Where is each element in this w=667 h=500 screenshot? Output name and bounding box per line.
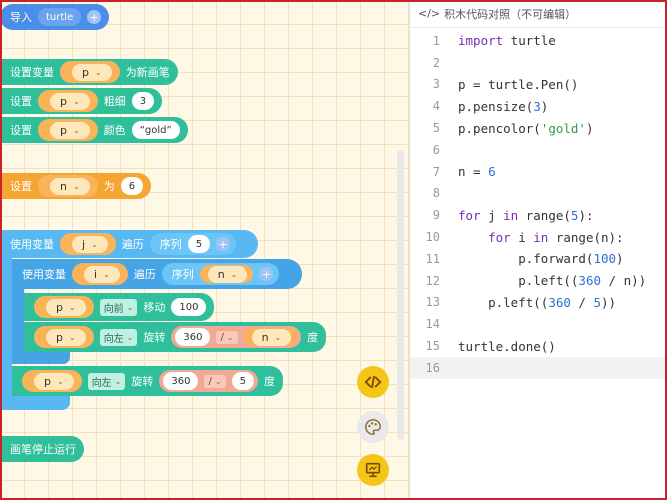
window-frame [0, 0, 667, 500]
